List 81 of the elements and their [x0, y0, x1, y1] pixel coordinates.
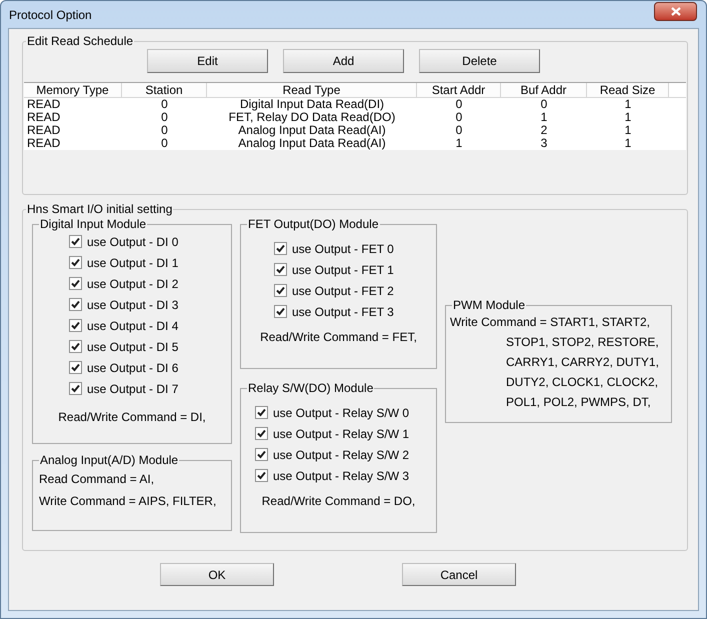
table-cell-text: 0: [540, 98, 548, 111]
command-text: Read/Write Command = DI,: [57, 410, 207, 424]
command-text: DUTY2, CLOCK1, CLOCK2,: [505, 375, 660, 389]
table-cell-text: Analog Input Data Read(AI): [237, 137, 387, 150]
command-text: Read/Write Command = FET,: [259, 330, 418, 344]
group-title: PWM Module: [452, 298, 526, 312]
checkbox-label: use Output - DI 5: [87, 340, 178, 354]
table-cell-text: 1: [540, 111, 548, 124]
checkbox-label: use Output - FET 2: [292, 284, 394, 298]
checkbox-label: use Output - Relay S/W 1: [273, 426, 410, 440]
checkbox-label: use Output - FET 1: [292, 262, 394, 276]
table-cell-text: 0: [160, 124, 169, 137]
action-button[interactable]: Edit: [147, 49, 268, 73]
table-cell-text: 2: [540, 124, 548, 137]
action-button[interactable]: Delete: [419, 49, 540, 73]
checkbox[interactable]: [255, 427, 268, 440]
checkbox-label: use Output - Relay S/W 2: [273, 448, 410, 462]
checkbox[interactable]: [274, 263, 287, 276]
action-button[interactable]: Add: [283, 49, 404, 73]
group-title: Analog Input(A/D) Module: [39, 453, 180, 467]
dialog-button[interactable]: OK: [160, 563, 274, 586]
command-text: Write Command = AIPS, FILTER,: [39, 494, 218, 508]
table-cell-text: 0: [160, 137, 169, 150]
table-cell-text: READ: [26, 137, 62, 150]
table-cell-text: 0: [454, 98, 464, 111]
table-cell-text: 1: [624, 111, 632, 124]
checkbox-label: use Output - DI 1: [87, 256, 178, 270]
table-cell-text: READ: [26, 124, 62, 137]
group-title: Digital Input Module: [39, 217, 148, 231]
checkbox[interactable]: [255, 406, 268, 419]
checkbox-label: use Output - FET 3: [292, 304, 394, 318]
table-cell-text: 1: [624, 98, 632, 111]
command-text: Read/Write Command = DO,: [260, 494, 416, 508]
checkbox[interactable]: [69, 235, 82, 248]
checkbox-label: use Output - DI 4: [87, 318, 178, 332]
table-cell-text: Digital Input Data Read(DI): [238, 98, 386, 111]
checkbox[interactable]: [255, 448, 268, 461]
checkbox[interactable]: [69, 382, 82, 395]
command-text: POL1, POL2, PWMPS, DT,: [505, 395, 652, 409]
close-button[interactable]: [654, 2, 697, 21]
checkbox[interactable]: [255, 469, 268, 482]
table-cell-text: 0: [160, 111, 169, 124]
checkbox-label: use Output - Relay S/W 0: [273, 406, 410, 420]
checkbox-label: use Output - DI 7: [87, 382, 178, 396]
command-text: Read Command = AI,: [39, 472, 156, 486]
table-cell-text: 1: [624, 124, 632, 137]
checkbox[interactable]: [274, 305, 287, 318]
checkbox[interactable]: [69, 298, 82, 311]
checkbox-label: use Output - DI 2: [87, 276, 178, 290]
window-title: Protocol Option: [9, 8, 92, 22]
command-text: STOP1, STOP2, RESTORE,: [505, 335, 660, 349]
table-cell-text: 3: [540, 137, 548, 150]
dialog-button[interactable]: Cancel: [402, 563, 516, 586]
table-cell-text: READ: [26, 111, 62, 124]
table-cell-text: 0: [454, 124, 464, 137]
group-title: Relay S/W(DO) Module: [247, 381, 374, 395]
table-cell-text: 0: [454, 111, 464, 124]
checkbox[interactable]: [69, 319, 82, 332]
checkbox-label: use Output - FET 0: [292, 242, 394, 256]
checkbox-label: use Output - Relay S/W 3: [273, 468, 410, 482]
close-icon: [670, 7, 680, 16]
table-cell-text: Analog Input Data Read(AI): [237, 124, 386, 137]
group-title: Edit Read Schedule: [26, 34, 134, 48]
table-cell-text: 0: [160, 98, 169, 111]
checkbox-label: use Output - DI 0: [87, 234, 178, 248]
checkbox[interactable]: [274, 242, 287, 255]
checkbox-label: use Output - DI 6: [87, 360, 178, 374]
checkbox[interactable]: [69, 361, 82, 374]
checkbox[interactable]: [69, 340, 82, 353]
checkbox-label: use Output - DI 3: [87, 298, 178, 312]
table-cell-text: READ: [26, 98, 62, 111]
table-cell-text: 1: [624, 137, 632, 150]
checkbox[interactable]: [69, 277, 82, 290]
table-cell-text: FET, Relay DO Data Read(DO): [228, 111, 396, 124]
checkbox[interactable]: [274, 284, 287, 297]
checkbox[interactable]: [69, 256, 82, 269]
group-title: Hns Smart I/O initial setting: [26, 202, 174, 216]
command-text: CARRY1, CARRY2, DUTY1,: [505, 355, 660, 369]
table-cell-text: 1: [454, 137, 464, 150]
command-text: Write Command = START1, START2,: [450, 315, 651, 329]
group-title: FET Output(DO) Module: [247, 217, 380, 231]
